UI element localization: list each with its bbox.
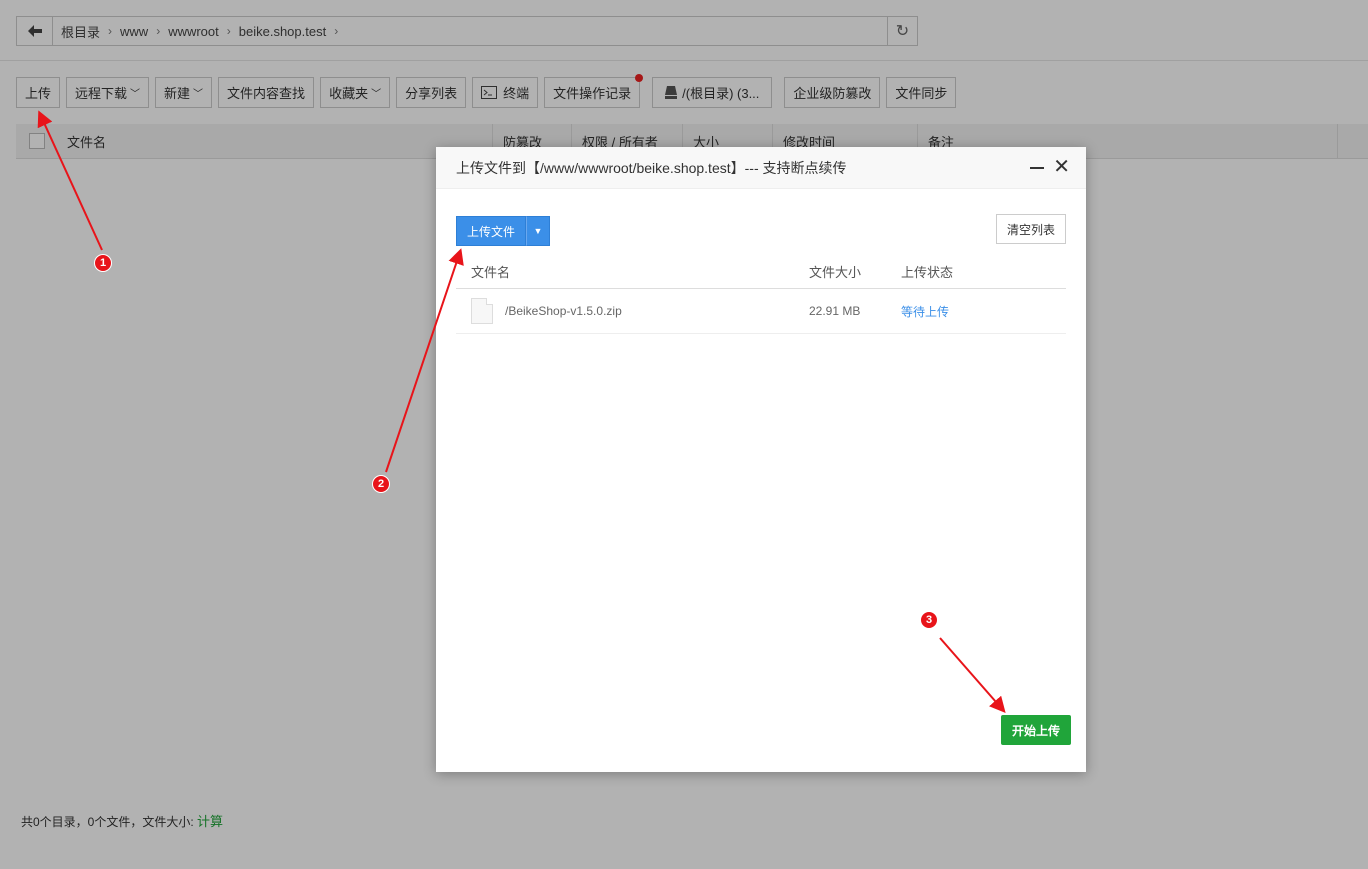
upload-file-split-button: 上传文件 ▼ bbox=[456, 216, 551, 246]
annotation-marker-1: 1 bbox=[94, 254, 112, 272]
annotation-marker-3: 3 bbox=[920, 611, 938, 629]
list-item[interactable]: /BeikeShop-v1.5.0.zip 22.91 MB 等待上传 bbox=[456, 289, 1066, 334]
upload-options-dropdown[interactable]: ▼ bbox=[526, 216, 551, 246]
close-button[interactable]: ✕ bbox=[1053, 157, 1070, 177]
column-header-filesize: 文件大小 bbox=[809, 265, 862, 280]
file-size: 22.91 MB bbox=[809, 304, 861, 318]
dialog-title-bar: 上传文件到【/www/wwwroot/beike.shop.test】--- 支… bbox=[436, 147, 1086, 189]
annotation-marker-2: 2 bbox=[372, 475, 390, 493]
clear-list-button[interactable]: 清空列表 bbox=[995, 214, 1066, 244]
caret-down-icon: ▼ bbox=[533, 226, 543, 236]
start-upload-button[interactable]: 开始上传 bbox=[1001, 715, 1071, 745]
file-name: /BeikeShop-v1.5.0.zip bbox=[505, 304, 622, 318]
close-icon: ✕ bbox=[1053, 156, 1070, 178]
minimize-icon bbox=[1030, 167, 1044, 169]
file-icon bbox=[471, 298, 493, 324]
upload-state: 等待上传 bbox=[901, 304, 950, 319]
upload-list-header: 文件名 文件大小 上传状态 bbox=[456, 255, 1066, 289]
upload-dialog: 上传文件到【/www/wwwroot/beike.shop.test】--- 支… bbox=[436, 147, 1086, 772]
upload-file-list: 文件名 文件大小 上传状态 /BeikeShop-v1.5.0.zip 22.9… bbox=[456, 255, 1066, 334]
column-header-state: 上传状态 bbox=[901, 265, 954, 280]
column-header-filename: 文件名 bbox=[471, 265, 511, 280]
minimize-button[interactable] bbox=[1030, 160, 1044, 176]
dialog-title: 上传文件到【/www/wwwroot/beike.shop.test】--- 支… bbox=[456, 159, 847, 176]
upload-file-button[interactable]: 上传文件 bbox=[456, 216, 527, 246]
